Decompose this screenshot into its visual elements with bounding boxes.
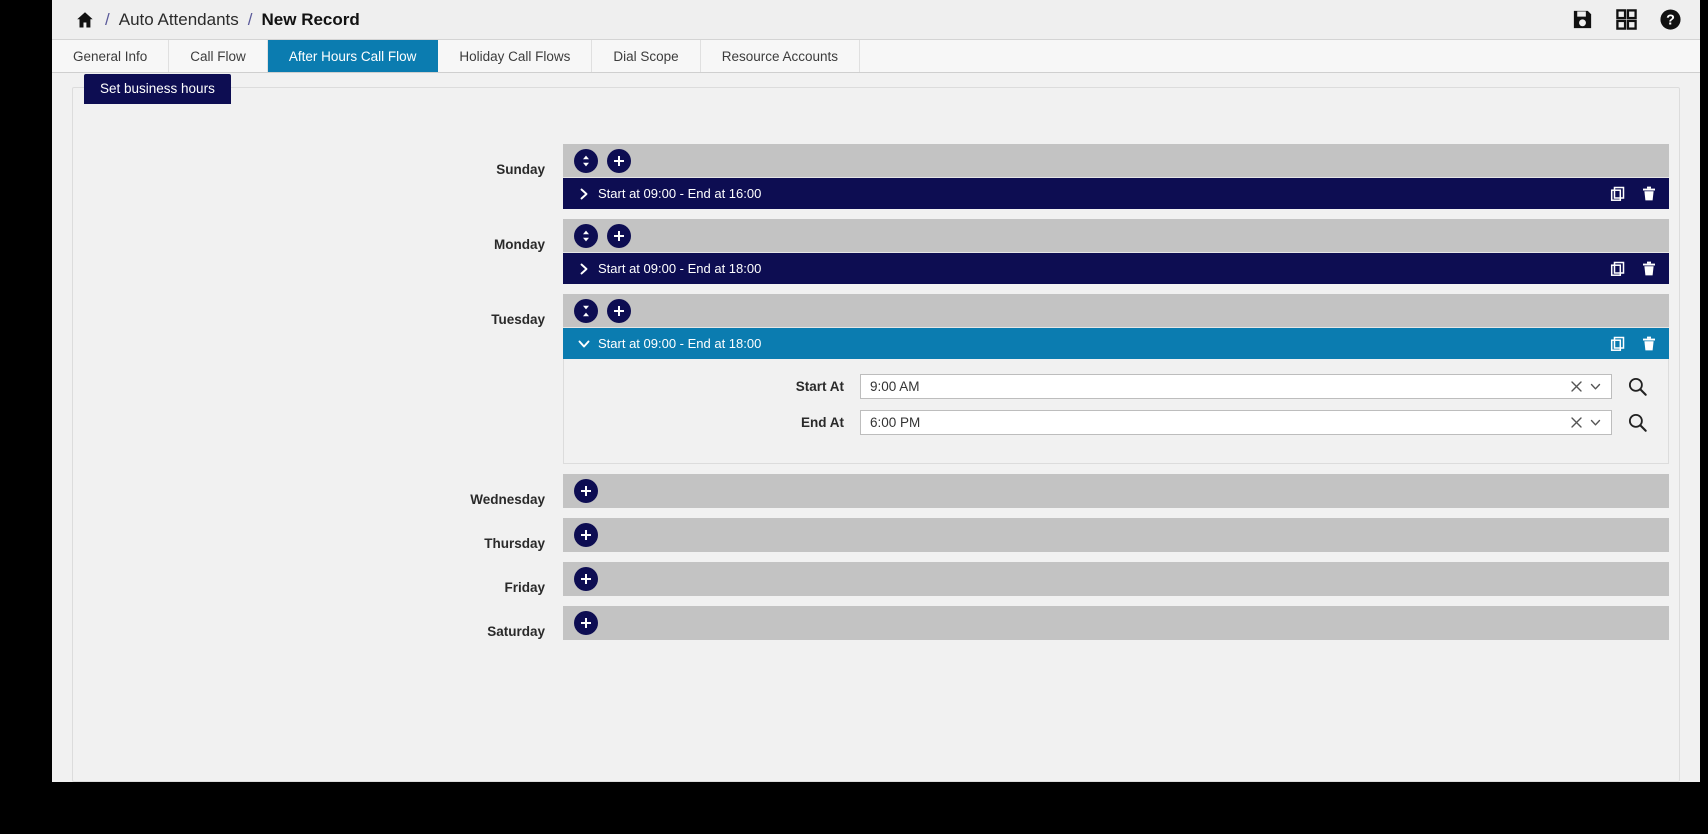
day-toolbar-tuesday bbox=[563, 294, 1669, 328]
header-bar: / Auto Attendants / New Record ? bbox=[52, 0, 1700, 40]
day-body-wednesday bbox=[563, 474, 1669, 508]
help-icon[interactable]: ? bbox=[1658, 8, 1682, 32]
delete-icon[interactable] bbox=[1640, 335, 1658, 353]
main-content: Set business hours Sunday Start at 09:00… bbox=[52, 73, 1700, 782]
day-label-sunday: Sunday bbox=[496, 162, 545, 177]
breadcrumb-separator-2: / bbox=[247, 9, 253, 29]
search-icon[interactable] bbox=[1622, 373, 1652, 399]
time-entry-detail-panel: Start At 9:00 AM End At 6:00 PM bbox=[563, 359, 1669, 464]
form-row-end-at: End At 6:00 PM bbox=[564, 409, 1668, 435]
time-entry-title: Start at 09:00 - End at 18:00 bbox=[598, 261, 762, 276]
breadcrumb-current: New Record bbox=[261, 9, 360, 29]
chevron-right-icon bbox=[576, 263, 592, 275]
business-hours-fieldset: Set business hours Sunday Start at 09:00… bbox=[72, 74, 1680, 782]
day-block-thursday: Thursday bbox=[83, 518, 1669, 552]
day-body-saturday bbox=[563, 606, 1669, 640]
days-list: Sunday Start at 09:00 - End at 16:00 Mon… bbox=[83, 118, 1669, 640]
form-row-start-at: Start At 9:00 AM bbox=[564, 373, 1668, 399]
day-toolbar-wednesday bbox=[563, 474, 1669, 508]
day-body-friday bbox=[563, 562, 1669, 596]
header-actions: ? bbox=[1570, 8, 1682, 32]
day-body-thursday bbox=[563, 518, 1669, 552]
day-toolbar-monday bbox=[563, 219, 1669, 253]
add-icon[interactable] bbox=[607, 298, 631, 323]
day-toolbar-friday bbox=[563, 562, 1669, 596]
day-block-friday: Friday bbox=[83, 562, 1669, 596]
chevron-down-icon[interactable] bbox=[1586, 377, 1605, 396]
delete-icon[interactable] bbox=[1640, 260, 1658, 278]
breadcrumb-separator-1: / bbox=[105, 9, 110, 29]
application-window: / Auto Attendants / New Record ? General… bbox=[52, 0, 1700, 782]
day-block-saturday: Saturday bbox=[83, 606, 1669, 640]
day-label-monday: Monday bbox=[493, 237, 545, 252]
input-wrap-start-at: 9:00 AM bbox=[860, 373, 1668, 399]
collapse-all-icon[interactable] bbox=[574, 298, 598, 323]
day-body-monday: Start at 09:00 - End at 18:00 bbox=[563, 219, 1669, 284]
breadcrumb-parent-link[interactable]: Auto Attendants bbox=[119, 10, 239, 30]
clear-icon[interactable] bbox=[1567, 413, 1586, 432]
time-entry-title: Start at 09:00 - End at 16:00 bbox=[598, 186, 762, 201]
add-icon[interactable] bbox=[574, 567, 598, 591]
expand-collapse-icon[interactable] bbox=[574, 223, 598, 248]
end-at-combobox[interactable]: 6:00 PM bbox=[860, 409, 1612, 435]
chevron-down-icon[interactable] bbox=[1586, 413, 1605, 432]
tab-after-hours-call-flow[interactable]: After Hours Call Flow bbox=[267, 40, 439, 72]
search-icon[interactable] bbox=[1622, 409, 1652, 435]
day-toolbar-saturday bbox=[563, 606, 1669, 640]
day-block-sunday: Sunday Start at 09:00 - End at 16:00 bbox=[83, 144, 1669, 209]
day-label-wednesday: Wednesday bbox=[470, 492, 545, 507]
time-entry-actions bbox=[1609, 185, 1658, 203]
svg-text:?: ? bbox=[1666, 13, 1675, 29]
add-icon[interactable] bbox=[607, 223, 631, 248]
apps-grid-icon[interactable] bbox=[1614, 8, 1638, 32]
day-label-tuesday: Tuesday bbox=[491, 312, 545, 327]
time-entry-row[interactable]: Start at 09:00 - End at 18:00 bbox=[563, 328, 1669, 359]
clear-icon[interactable] bbox=[1567, 377, 1586, 396]
day-block-tuesday: Tuesday Start at 09:00 - End at 18:00 St… bbox=[83, 294, 1669, 464]
chevron-down-icon bbox=[576, 339, 592, 349]
time-entry-title: Start at 09:00 - End at 18:00 bbox=[598, 336, 762, 351]
day-body-sunday: Start at 09:00 - End at 16:00 bbox=[563, 144, 1669, 209]
input-wrap-end-at: 6:00 PM bbox=[860, 409, 1668, 435]
start-at-combobox[interactable]: 9:00 AM bbox=[860, 373, 1612, 399]
label-end-at: End At bbox=[801, 414, 844, 430]
chevron-right-icon bbox=[576, 188, 592, 200]
tab-call-flow[interactable]: Call Flow bbox=[169, 40, 268, 72]
fieldset-legend: Set business hours bbox=[84, 74, 231, 104]
time-entry-row[interactable]: Start at 09:00 - End at 18:00 bbox=[563, 253, 1669, 284]
time-entry-actions bbox=[1609, 335, 1658, 353]
end-at-value: 6:00 PM bbox=[870, 414, 921, 430]
day-toolbar-thursday bbox=[563, 518, 1669, 552]
copy-icon[interactable] bbox=[1609, 185, 1627, 203]
tab-holiday-call-flows[interactable]: Holiday Call Flows bbox=[438, 40, 593, 72]
tab-resource-accounts[interactable]: Resource Accounts bbox=[700, 40, 861, 72]
day-label-friday: Friday bbox=[504, 580, 545, 595]
time-entry-actions bbox=[1609, 260, 1658, 278]
tab-general-info[interactable]: General Info bbox=[52, 40, 170, 72]
add-icon[interactable] bbox=[574, 611, 598, 635]
breadcrumb: / Auto Attendants / New Record bbox=[74, 9, 1570, 31]
copy-icon[interactable] bbox=[1609, 335, 1627, 353]
tab-dial-scope[interactable]: Dial Scope bbox=[592, 40, 701, 72]
copy-icon[interactable] bbox=[1609, 260, 1627, 278]
add-icon[interactable] bbox=[607, 148, 631, 173]
tab-strip: General Info Call Flow After Hours Call … bbox=[52, 40, 1700, 73]
home-icon[interactable] bbox=[74, 9, 96, 31]
day-label-saturday: Saturday bbox=[487, 624, 545, 639]
expand-collapse-icon[interactable] bbox=[574, 148, 598, 173]
day-block-wednesday: Wednesday bbox=[83, 474, 1669, 508]
day-toolbar-sunday bbox=[563, 144, 1669, 178]
day-block-monday: Monday Start at 09:00 - End at 18:00 bbox=[83, 219, 1669, 284]
add-icon[interactable] bbox=[574, 479, 598, 503]
delete-icon[interactable] bbox=[1640, 185, 1658, 203]
save-icon[interactable] bbox=[1570, 8, 1594, 32]
day-label-thursday: Thursday bbox=[484, 536, 545, 551]
add-icon[interactable] bbox=[574, 523, 598, 547]
label-start-at: Start At bbox=[795, 378, 844, 394]
day-body-tuesday: Start at 09:00 - End at 18:00 Start At 9… bbox=[563, 294, 1669, 464]
start-at-value: 9:00 AM bbox=[870, 378, 920, 394]
time-entry-row[interactable]: Start at 09:00 - End at 16:00 bbox=[563, 178, 1669, 209]
